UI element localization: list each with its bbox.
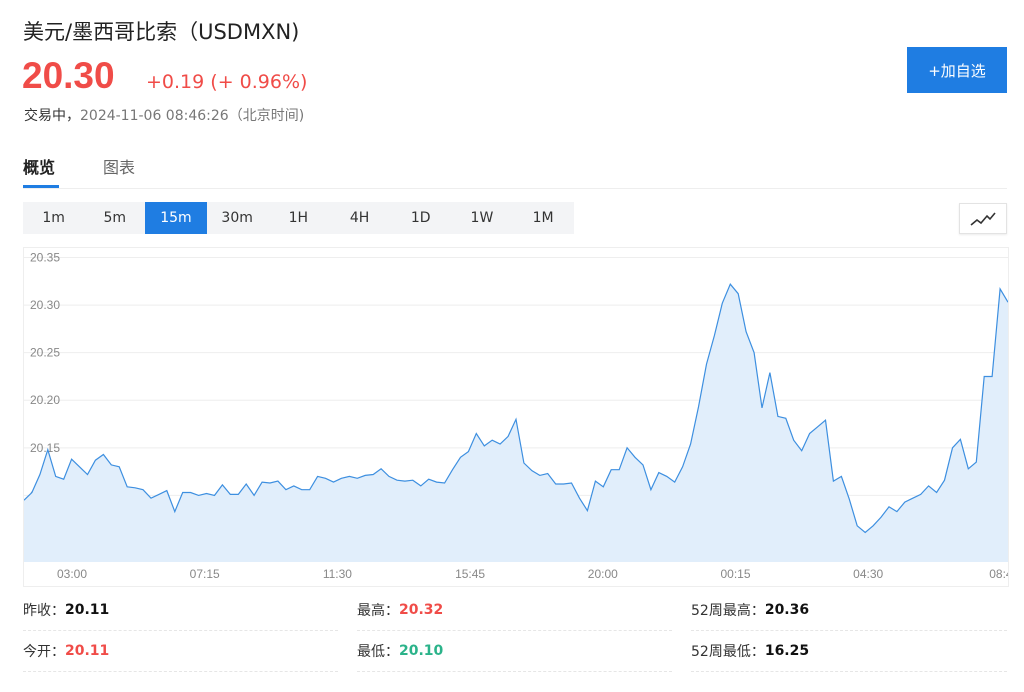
stat-value: 16.25 [764,643,810,659]
stat-value: 20.11 [65,602,110,618]
stats-row: 今开： 20.11 最低： 20.10 52周最低： 16.25 [23,631,1007,672]
x-tick-label: 03:00 [57,567,87,581]
tab-overview[interactable]: 概览 [23,154,55,178]
quote-timestamp: 2024-11-06 08:46:26（北京时间) [80,108,305,124]
tab-bar: 概览 图表 [23,150,1007,189]
stat-prev-close: 昨收： 20.11 [23,590,338,631]
trading-state: 交易中， [24,108,80,124]
page-title: 美元/墨西哥比索（USDMXN) [23,20,300,44]
period-5m[interactable]: 5m [84,202,145,234]
stat-label: 最高： [357,603,399,619]
stats-panel: 昨收： 20.11 最高： 20.32 52周最高： 20.36 今开： 20.11 最… [23,590,1007,672]
stat-label: 最低： [357,644,399,660]
chart-type-button[interactable] [959,203,1007,234]
x-tick-label: 04:30 [853,567,883,581]
stat-value: 20.11 [65,643,110,659]
y-tick-label: 20.25 [30,346,60,360]
y-tick-label: 20.20 [30,393,60,407]
y-tick-label: 20.15 [30,441,60,455]
current-price: 20.30 [22,55,115,96]
price-change-percent: (+ 0.96%) [210,71,308,93]
stat-52w-high: 52周最高： 20.36 [691,590,1007,631]
stat-label: 52周最高： [691,603,765,619]
stat-low: 最低： 20.10 [357,631,672,672]
period-1m[interactable]: 1m [23,202,84,234]
tab-chart[interactable]: 图表 [103,154,135,178]
period-30m[interactable]: 30m [207,202,268,234]
stat-52w-low: 52周最低： 16.25 [691,631,1007,672]
x-tick-label: 08:4 [989,567,1008,581]
period-selector: 1m 5m 15m 30m 1H 4H 1D 1W 1M [23,202,574,234]
price-area-fill [24,284,1008,562]
stat-label: 今开： [23,644,65,660]
price-chart[interactable]: 20.3520.3020.2520.2020.1520.1020.0503:00… [23,247,1009,587]
line-chart-icon [970,211,996,226]
stat-label: 昨收： [23,603,65,619]
x-tick-label: 07:15 [190,567,220,581]
x-tick-label: 20:00 [588,567,618,581]
price-change-value: +0.19 [146,71,205,93]
period-1d[interactable]: 1D [390,202,451,234]
period-15m[interactable]: 15m [145,202,207,234]
stat-label: 52周最低： [691,644,765,660]
period-1h[interactable]: 1H [268,202,329,234]
y-tick-label: 20.30 [30,298,60,312]
period-1mo[interactable]: 1M [513,202,574,234]
stat-open: 今开： 20.11 [23,631,338,672]
stat-value: 20.32 [399,602,444,618]
active-tab-indicator [23,185,59,188]
stat-value: 20.10 [399,643,444,659]
add-watchlist-button[interactable]: +加自选 [907,47,1007,93]
stat-value: 20.36 [764,602,810,618]
period-4h[interactable]: 4H [329,202,390,234]
period-1w[interactable]: 1W [451,202,512,234]
stats-row: 昨收： 20.11 最高： 20.32 52周最高： 20.36 [23,590,1007,631]
stat-high: 最高： 20.32 [357,590,672,631]
trading-status: 交易中，2024-11-06 08:46:26（北京时间) [24,105,304,125]
x-tick-label: 15:45 [455,567,485,581]
price-chart-svg: 20.3520.3020.2520.2020.1520.1020.0503:00… [24,251,1008,581]
x-tick-label: 00:15 [720,567,750,581]
y-tick-label: 20.35 [30,251,60,265]
price-change: +0.19 (+ 0.96%) [146,71,307,93]
x-tick-label: 11:30 [323,567,352,581]
